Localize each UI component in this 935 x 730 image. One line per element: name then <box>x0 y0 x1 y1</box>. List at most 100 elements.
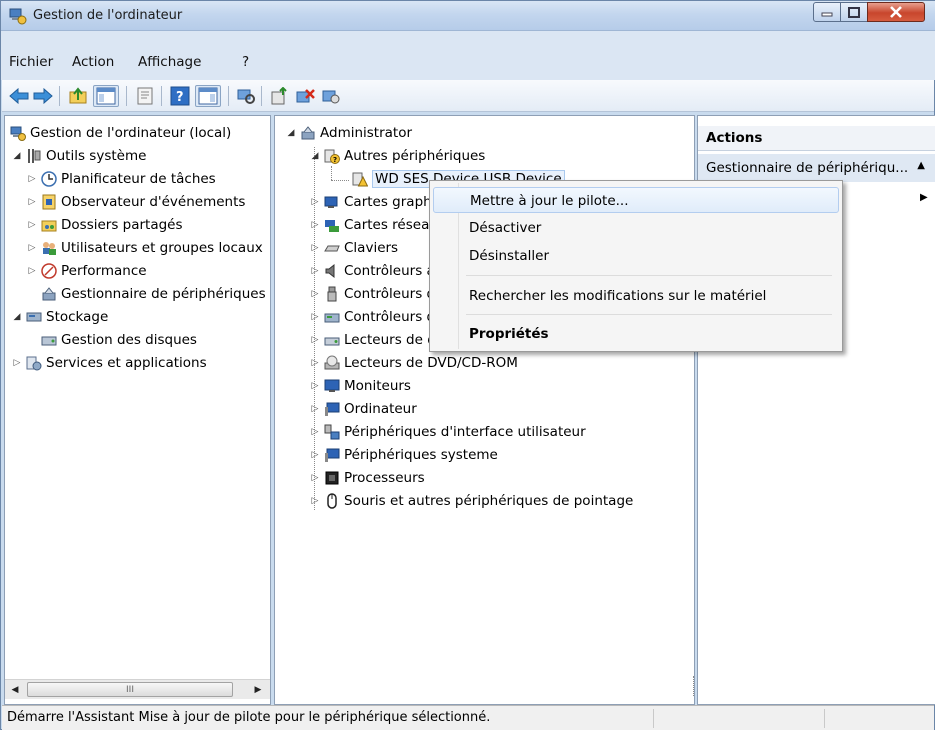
menu-item-uninstall[interactable]: Désinstaller <box>433 243 839 269</box>
scroll-thumb[interactable]: III <box>27 682 233 697</box>
tree-item-network-cards[interactable]: ▷ Cartes réseau <box>309 214 438 236</box>
tree-item-keyboards[interactable]: ▷ Claviers <box>309 237 399 259</box>
tree-item-system-devices[interactable]: ▷ Périphériques systeme <box>309 444 498 466</box>
collapsed-arrow-icon[interactable]: ▷ <box>26 220 38 230</box>
menu-item-disable[interactable]: Désactiver <box>433 215 839 241</box>
collapsed-arrow-icon[interactable]: ▷ <box>309 358 321 368</box>
collapsed-arrow-icon[interactable]: ▷ <box>309 243 321 253</box>
minimize-button[interactable] <box>813 2 841 22</box>
collapsed-arrow-icon[interactable]: ▷ <box>11 358 23 368</box>
collapsed-arrow-icon[interactable]: ▷ <box>309 197 321 207</box>
tree-item-disk-management[interactable]: Gestion des disques <box>38 329 197 351</box>
maximize-button[interactable] <box>840 2 868 22</box>
tree-item-computer-management[interactable]: Gestion de l'ordinateur (local) <box>7 122 231 144</box>
disable-button[interactable] <box>320 85 342 107</box>
expanded-arrow-icon[interactable]: ◢ <box>11 151 23 161</box>
properties-button[interactable] <box>134 85 156 107</box>
collapsed-arrow-icon[interactable]: ▷ <box>26 197 38 207</box>
more-actions-arrow-icon[interactable]: ▶ <box>920 192 928 203</box>
collapsed-arrow-icon[interactable]: ▷ <box>309 312 321 322</box>
menu-item-update-driver[interactable]: Mettre à jour le pilote... <box>433 187 839 213</box>
menu-separator <box>466 314 832 315</box>
uninstall-button[interactable] <box>294 85 316 107</box>
forward-button[interactable] <box>32 85 54 107</box>
computer-management-icon <box>10 126 26 141</box>
tree-item-other-devices[interactable]: ◢ ? Autres périphériques <box>309 145 485 167</box>
tree-item-hid-devices[interactable]: ▷ Périphériques d'interface utilisateur <box>309 421 586 443</box>
update-driver-button[interactable] <box>268 85 290 107</box>
collapsed-arrow-icon[interactable]: ▷ <box>309 496 321 506</box>
help-button[interactable]: ? <box>169 85 191 107</box>
tree-item-monitors[interactable]: ▷ Moniteurs <box>309 375 411 397</box>
tree-item-users-groups[interactable]: ▷ Utilisateurs et groupes locaux <box>26 237 263 259</box>
menu-help[interactable]: ? <box>242 54 249 70</box>
tree-item-performance[interactable]: ▷ Performance <box>26 260 147 282</box>
horizontal-scrollbar[interactable]: ◀ III ▶ <box>5 679 270 699</box>
forward-arrow-icon <box>33 88 53 104</box>
shared-folders-icon <box>41 220 57 232</box>
tree-label: Ordinateur <box>344 401 417 417</box>
scroll-right-button[interactable]: ▶ <box>249 681 267 698</box>
tree-item-task-scheduler[interactable]: ▷ Planificateur de tâches <box>26 168 216 190</box>
tree-label: Dossiers partagés <box>61 217 183 233</box>
collapsed-arrow-icon[interactable]: ▷ <box>309 473 321 483</box>
collapsed-arrow-icon[interactable]: ▷ <box>26 243 38 253</box>
expanded-arrow-icon[interactable]: ◢ <box>309 151 321 161</box>
tree-item-system-tools[interactable]: ◢ Outils système <box>11 145 147 167</box>
collapsed-arrow-icon[interactable]: ▷ <box>309 427 321 437</box>
close-button[interactable] <box>867 2 925 22</box>
tree-item-device-manager[interactable]: Gestionnaire de périphériques <box>38 283 266 305</box>
warning-device-icon <box>352 172 368 187</box>
tree-item-dvd-drives[interactable]: ▷ Lecteurs de DVD/CD-ROM <box>309 352 518 374</box>
back-button[interactable] <box>8 85 30 107</box>
scan-hardware-button[interactable] <box>235 85 257 107</box>
menu-action[interactable]: Action <box>72 54 114 70</box>
expanded-arrow-icon[interactable]: ◢ <box>11 312 23 322</box>
scroll-left-button[interactable]: ◀ <box>6 681 24 698</box>
tree-connector <box>331 166 332 180</box>
expanded-arrow-icon[interactable]: ◢ <box>285 128 297 138</box>
disk-drive-icon <box>324 337 340 346</box>
show-hide-actions-button[interactable] <box>195 85 221 107</box>
collapsed-arrow-icon[interactable]: ▷ <box>26 174 38 184</box>
network-adapter-icon <box>325 220 339 232</box>
tree-item-storage[interactable]: ◢ Stockage <box>11 306 109 328</box>
show-hide-tree-icon <box>96 87 116 105</box>
menu-item-properties[interactable]: Propriétés <box>433 321 839 347</box>
computer-management-icon <box>9 8 27 25</box>
up-button[interactable] <box>67 85 89 107</box>
tree-item-computer[interactable]: ▷ Ordinateur <box>309 398 417 420</box>
collapsed-arrow-icon[interactable]: ▷ <box>26 266 38 276</box>
storage-icon <box>26 312 42 322</box>
collapsed-arrow-icon[interactable]: ▷ <box>309 289 321 299</box>
collapsed-arrow-icon[interactable]: ▷ <box>309 381 321 391</box>
menu-fichier[interactable]: Fichier <box>9 54 53 70</box>
tree-item-processors[interactable]: ▷ Processeurs <box>309 467 425 489</box>
tree-item-administrator[interactable]: ◢ Administrator <box>285 122 413 144</box>
computer-icon <box>325 402 340 416</box>
menu-item-scan-hardware[interactable]: Rechercher les modifications sur le maté… <box>433 283 839 309</box>
actions-section-device-manager[interactable]: Gestionnaire de périphériqu... ▲ <box>698 154 935 182</box>
tree-item-mice[interactable]: ▷ Souris et autres périphériques de poin… <box>309 490 634 512</box>
status-divider <box>653 709 654 728</box>
tree-item-services-apps[interactable]: ▷ Services et applications <box>11 352 207 374</box>
collapsed-arrow-icon[interactable]: ▷ <box>309 266 321 276</box>
collapsed-arrow-icon[interactable]: ▷ <box>309 335 321 345</box>
system-tools-icon <box>28 149 41 163</box>
show-hide-actions-icon <box>198 87 218 105</box>
title-bar[interactable]: Gestion de l'ordinateur <box>1 1 935 31</box>
collapsed-arrow-icon[interactable]: ▷ <box>309 450 321 460</box>
monitor-icon <box>324 379 340 392</box>
tree-label: Autres périphériques <box>344 148 486 164</box>
menu-affichage[interactable]: Affichage <box>138 54 201 70</box>
collapsed-arrow-icon[interactable]: ▷ <box>309 220 321 230</box>
collapsed-arrow-icon[interactable]: ▷ <box>309 404 321 414</box>
collapse-up-icon[interactable]: ▲ <box>917 160 925 171</box>
computer-management-window: Gestion de l'ordinateur Fichier Action A… <box>0 0 935 730</box>
tree-item-event-viewer[interactable]: ▷ Observateur d'événements <box>26 191 246 213</box>
tree-item-shared-folders[interactable]: ▷ Dossiers partagés <box>26 214 183 236</box>
tree-label: Utilisateurs et groupes locaux <box>61 240 263 256</box>
console-tree-pane[interactable]: Gestion de l'ordinateur (local) ◢ Outils… <box>4 115 271 705</box>
show-hide-tree-button[interactable] <box>93 85 119 107</box>
processor-icon <box>325 471 339 485</box>
